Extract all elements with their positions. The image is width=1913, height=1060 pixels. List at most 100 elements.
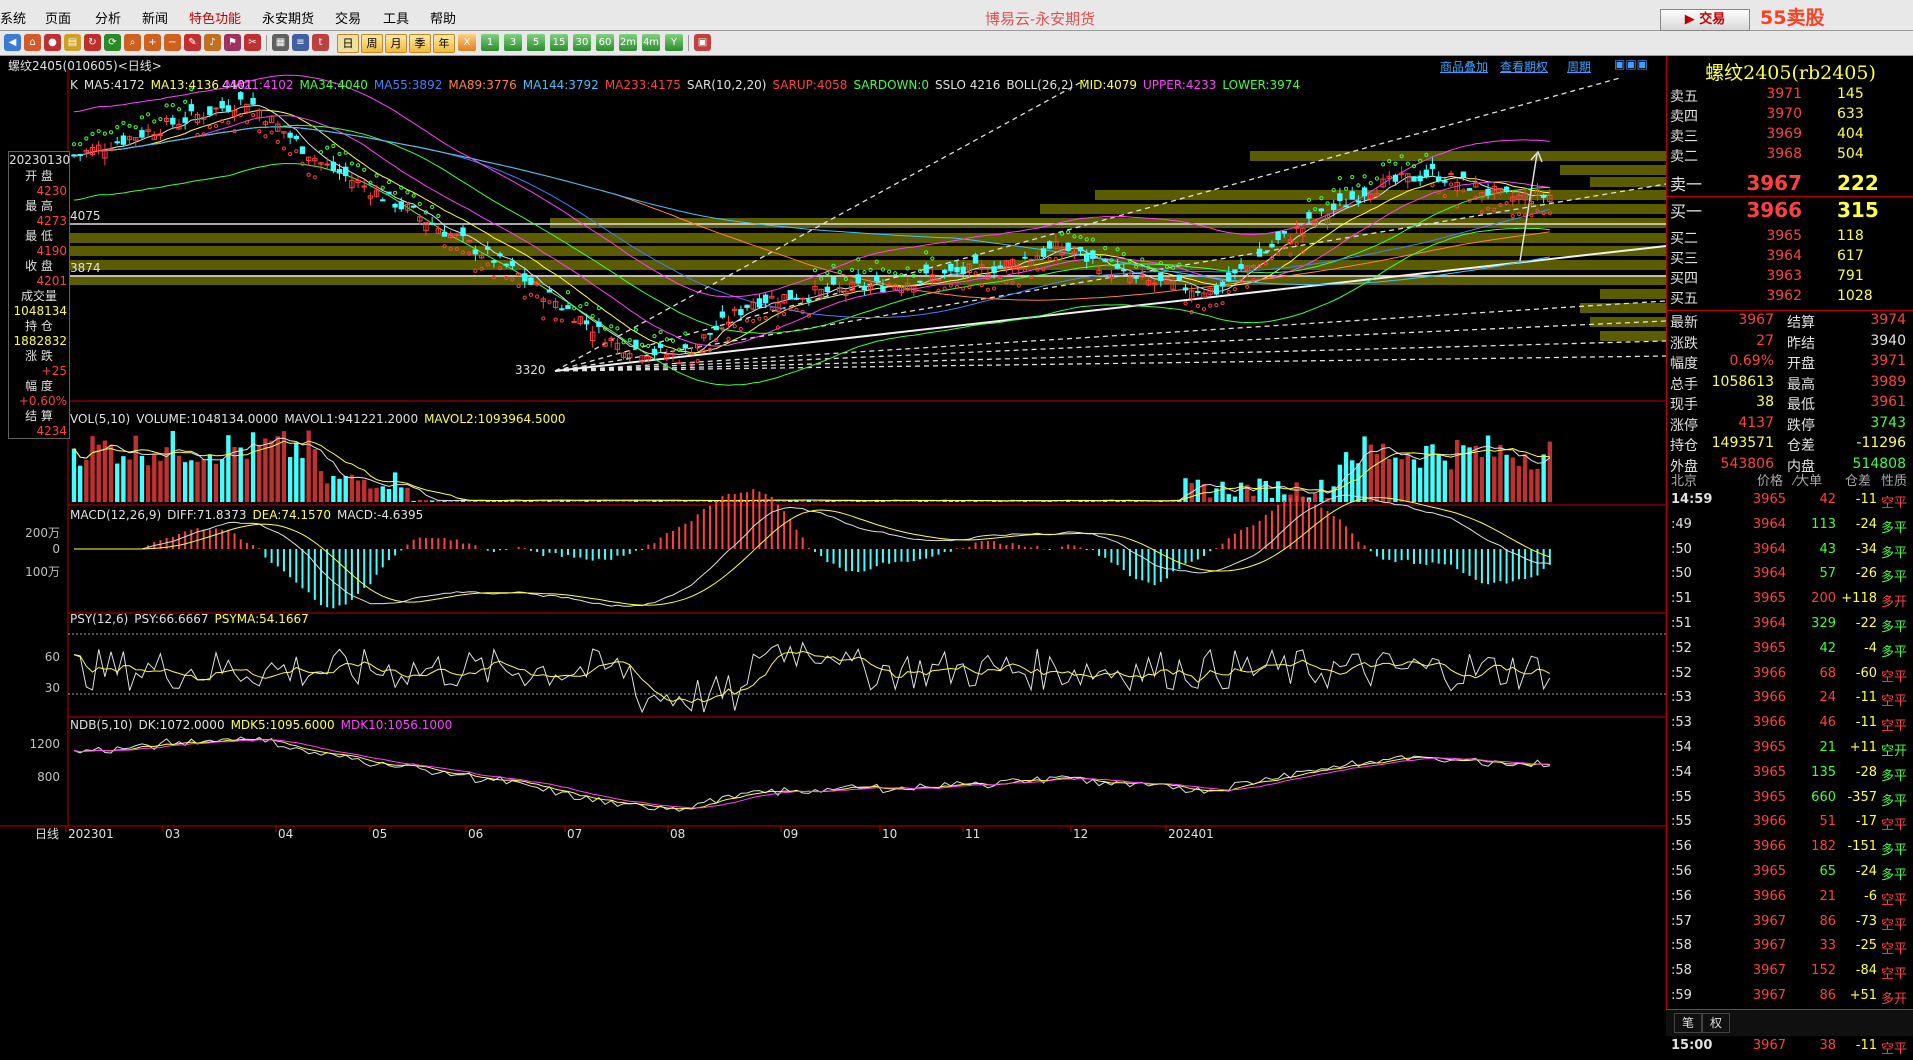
x-axis-label: 10 xyxy=(882,827,897,841)
trade-button[interactable]: ▶ 交易 xyxy=(1660,9,1750,31)
candle-body xyxy=(1448,172,1454,175)
sar-dot xyxy=(584,301,589,307)
psy-legend: PSY(12,6) PSY:66.6667 PSYMA:54.1667 xyxy=(70,612,315,626)
min3-period-button[interactable]: 3 xyxy=(504,34,522,51)
menu-system[interactable]: 系统 xyxy=(0,8,26,27)
bell-icon[interactable]: ♪ xyxy=(204,34,221,51)
menu-featured[interactable]: 特色功能 xyxy=(189,8,241,27)
candle-body xyxy=(1417,175,1423,182)
ob-label: 买四 xyxy=(1670,271,1698,287)
volume-bar xyxy=(220,459,225,502)
sar-dot xyxy=(84,136,89,141)
tick-time: :51 xyxy=(1671,616,1692,631)
overlay-commodity-link[interactable]: 商品叠加 xyxy=(1440,58,1488,75)
flag-icon[interactable]: ⚑ xyxy=(224,34,241,51)
search-icon[interactable]: ⌕ xyxy=(124,34,141,51)
window-controls-icon[interactable]: ▣▣▣ xyxy=(1614,57,1648,71)
sar-dot xyxy=(399,185,404,190)
sync-icon[interactable]: ⟳ xyxy=(104,34,121,51)
bar-info-value: 1882832 xyxy=(13,334,67,348)
tick-time: :53 xyxy=(1671,715,1692,731)
sar-dot xyxy=(985,287,991,292)
candle-body xyxy=(935,279,942,282)
sar-dot xyxy=(652,333,657,339)
refresh-icon[interactable]: ↻ xyxy=(84,34,101,51)
menu-yongan[interactable]: 永安期货 xyxy=(262,8,314,27)
candle-body xyxy=(713,325,719,331)
candle-body xyxy=(756,298,763,308)
sar-dot xyxy=(238,112,243,118)
period-link[interactable]: 周期 xyxy=(1567,58,1591,75)
tick-time: :59 xyxy=(1671,988,1692,1003)
ma-legend-item-11: SARDOWN:0 xyxy=(853,78,930,92)
sar-dot xyxy=(386,179,392,185)
sar-dot xyxy=(565,290,571,295)
zoom-in-icon[interactable]: + xyxy=(144,34,161,51)
ndb-legend-item-3: MDK10:1056.1000 xyxy=(340,718,453,732)
day-period-button[interactable]: 日 xyxy=(337,34,359,53)
list-icon[interactable]: ≡ xyxy=(292,34,309,51)
tick-row: :51 3965 200 +118 多开 xyxy=(1667,591,1913,613)
sar-dot xyxy=(355,163,361,168)
min60-period-button[interactable]: 60 xyxy=(596,34,614,51)
sar-dot xyxy=(115,124,120,130)
tab-rights[interactable]: 权 xyxy=(1702,1013,1730,1033)
min30-period-button[interactable]: 30 xyxy=(573,34,591,51)
sar-dot xyxy=(646,343,651,348)
kline-chart[interactable]: 407538743600340044013320200万100万06030120… xyxy=(0,56,1667,1035)
menu-news[interactable]: 新闻 xyxy=(142,8,168,27)
stat-row: 现手 38 最低 3961 xyxy=(1667,394,1913,414)
menu-tools[interactable]: 工具 xyxy=(383,8,409,27)
tick-nature: 空平 xyxy=(1881,967,1908,983)
sar-dot xyxy=(769,306,774,311)
sar-dot xyxy=(522,295,527,300)
multi-period-icon[interactable]: X xyxy=(458,34,476,51)
ma-legend-item-10: SARUP:4058 xyxy=(772,78,848,92)
volume-bar xyxy=(1362,436,1367,502)
price-zone-bar xyxy=(1580,303,1666,313)
chart-area[interactable]: 407538743600340044013320200万100万06030120… xyxy=(0,56,1667,1035)
week-period-button[interactable]: 周 xyxy=(361,34,383,53)
tab-ticks[interactable]: 笔 xyxy=(1674,1013,1702,1033)
toolbar: ◀ ⌂ ● ▤ ↻ ⟳ ⌕ + − ✎ ♪ ⚑ ✂ ▦ ≡ t 日 周 月 季 … xyxy=(0,31,1913,56)
back-icon[interactable]: ◀ xyxy=(4,34,21,51)
menu-analysis[interactable]: 分析 xyxy=(95,8,121,27)
vol-axis-label: 200万 xyxy=(25,526,60,540)
min15-period-button[interactable]: 15 xyxy=(550,34,568,51)
hour4-period-button[interactable]: 4m xyxy=(642,34,660,51)
candle-body xyxy=(1275,231,1281,241)
volume-bar xyxy=(1312,493,1318,502)
candle-body xyxy=(1361,187,1368,197)
ob-label: 买二 xyxy=(1670,231,1698,247)
menu-trade[interactable]: 交易 xyxy=(335,8,361,27)
zoom-out-icon[interactable]: − xyxy=(164,34,181,51)
menu-help[interactable]: 帮助 xyxy=(430,8,456,27)
sar-dot xyxy=(90,131,95,136)
stat-value: 0.69% xyxy=(1729,353,1774,369)
tick-volume: 51 xyxy=(1819,814,1836,830)
folder-icon[interactable]: ▤ xyxy=(64,34,81,51)
candle-body xyxy=(874,276,880,282)
hour2-period-button[interactable]: 2m xyxy=(619,34,637,51)
home-icon[interactable]: ⌂ xyxy=(24,34,41,51)
candle-body xyxy=(1114,263,1121,269)
year-period-button[interactable]: 年 xyxy=(433,34,455,53)
table-icon[interactable]: ▦ xyxy=(272,34,289,51)
candle-body xyxy=(1213,285,1220,295)
sar-dot xyxy=(1504,200,1509,206)
stop-icon[interactable]: ● xyxy=(44,34,61,51)
min1-period-button[interactable]: 1 xyxy=(481,34,499,51)
volume-bar xyxy=(90,436,95,502)
tick-icon[interactable]: t xyxy=(312,34,329,51)
y-period-button[interactable]: Y xyxy=(665,34,683,51)
tool-icon[interactable]: ✂ xyxy=(244,34,261,51)
month-period-button[interactable]: 月 xyxy=(385,34,407,53)
view-options-link[interactable]: 查看期权 xyxy=(1500,58,1548,75)
candle-body xyxy=(114,141,120,144)
quarter-period-button[interactable]: 季 xyxy=(409,34,431,53)
menu-page[interactable]: 页面 xyxy=(45,8,71,27)
pen-icon[interactable]: ✎ xyxy=(184,34,201,51)
min5-period-button[interactable]: 5 xyxy=(527,34,545,51)
tick-row: :54 3965 135 -28 多平 xyxy=(1667,765,1913,787)
calculator-icon[interactable]: ▣ xyxy=(694,34,711,51)
